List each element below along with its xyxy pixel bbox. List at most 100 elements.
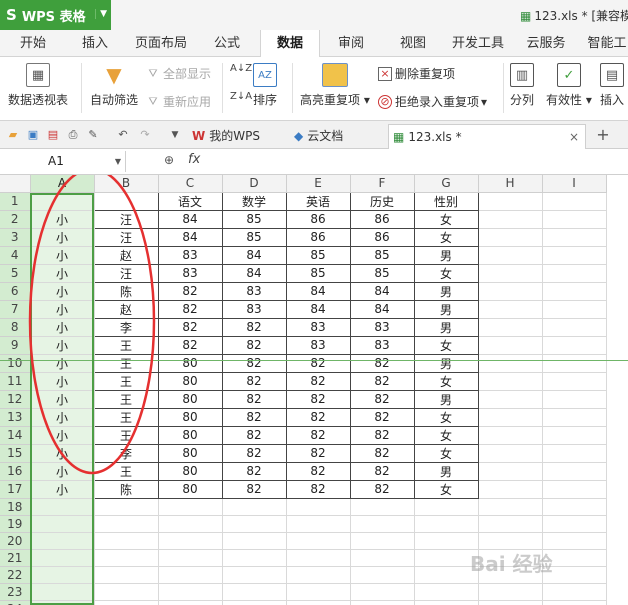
row-header[interactable]: 18	[0, 498, 31, 516]
cell[interactable]: 85	[286, 264, 351, 283]
cell[interactable]: 82	[158, 300, 223, 319]
cell[interactable]: 85	[286, 246, 351, 265]
cell[interactable]	[542, 354, 607, 373]
cell[interactable]: 女	[414, 210, 479, 229]
cell[interactable]	[30, 600, 95, 605]
cell[interactable]	[286, 549, 351, 567]
cell[interactable]: 82	[350, 480, 415, 499]
cell[interactable]: 小	[30, 282, 95, 301]
cell[interactable]	[158, 498, 223, 516]
cell[interactable]	[94, 549, 159, 567]
cell[interactable]	[542, 408, 607, 427]
tab-document[interactable]: ▦ 123.xls * ×	[388, 124, 586, 149]
insert-dropdown-button[interactable]: ▤ 插入	[600, 63, 624, 108]
open-folder-icon[interactable]: ▰	[6, 128, 20, 142]
cell[interactable]: 80	[158, 480, 223, 499]
cell[interactable]: 82	[222, 408, 287, 427]
cell[interactable]	[542, 282, 607, 301]
cell[interactable]	[542, 600, 607, 605]
cell[interactable]: 小	[30, 228, 95, 247]
cell[interactable]: 84	[350, 282, 415, 301]
cell[interactable]: 82	[350, 444, 415, 463]
cell[interactable]: 女	[414, 426, 479, 445]
cell[interactable]	[542, 532, 607, 550]
cell[interactable]	[542, 336, 607, 355]
cell[interactable]: 女	[414, 264, 479, 283]
cell[interactable]	[286, 600, 351, 605]
cell[interactable]: 男	[414, 390, 479, 409]
row-header[interactable]: 14	[0, 426, 31, 445]
cell[interactable]	[478, 515, 543, 533]
cell[interactable]: 82	[222, 444, 287, 463]
cell[interactable]	[478, 318, 543, 337]
cell[interactable]	[414, 583, 479, 601]
cell[interactable]: 82	[286, 372, 351, 391]
save-icon[interactable]: ▣	[26, 128, 40, 142]
cell[interactable]: 小	[30, 300, 95, 319]
cell[interactable]	[542, 498, 607, 516]
row-header[interactable]: 17	[0, 480, 31, 499]
row-header[interactable]: 15	[0, 444, 31, 463]
cell[interactable]	[542, 372, 607, 391]
cell[interactable]: 80	[158, 462, 223, 481]
cell[interactable]: 84	[350, 300, 415, 319]
cell[interactable]	[414, 566, 479, 584]
cell[interactable]: 小	[30, 210, 95, 229]
cell[interactable]: 性别	[414, 191, 479, 211]
name-box[interactable]: A1 ▼	[0, 151, 126, 172]
tab-home[interactable]: 开始	[8, 30, 58, 57]
cell[interactable]	[478, 264, 543, 283]
highlight-duplicates-button[interactable]: 高亮重复项 ▾	[300, 63, 370, 108]
validity-button[interactable]: ✓ 有效性 ▾	[546, 63, 592, 108]
cell[interactable]	[478, 300, 543, 319]
cell[interactable]: 82	[350, 462, 415, 481]
cell[interactable]: 83	[350, 318, 415, 337]
cell[interactable]: 男	[414, 246, 479, 265]
cell[interactable]: 女	[414, 372, 479, 391]
row-header[interactable]: 6	[0, 282, 31, 301]
cell[interactable]: 小	[30, 354, 95, 373]
cell[interactable]	[158, 532, 223, 550]
cell[interactable]	[414, 600, 479, 605]
cell[interactable]	[414, 498, 479, 516]
cell[interactable]: 84	[158, 210, 223, 229]
cell[interactable]	[158, 515, 223, 533]
cell[interactable]: 82	[222, 318, 287, 337]
cell[interactable]	[478, 336, 543, 355]
cell[interactable]: 陈	[93, 480, 159, 499]
sort-button[interactable]: AZ 排序	[253, 63, 277, 108]
cell[interactable]: 男	[414, 354, 479, 373]
column-header-d[interactable]: D	[222, 175, 287, 193]
cell[interactable]: 83	[222, 282, 287, 301]
column-header-a[interactable]: A	[30, 175, 95, 193]
cell[interactable]: 82	[222, 390, 287, 409]
column-header-i[interactable]: I	[542, 175, 607, 193]
cell[interactable]: 80	[158, 426, 223, 445]
cell[interactable]: 83	[286, 336, 351, 355]
cell[interactable]: 汪	[93, 210, 159, 229]
cell[interactable]	[350, 549, 415, 567]
cell[interactable]: 赵	[93, 246, 159, 265]
cell[interactable]: 80	[158, 390, 223, 409]
cell[interactable]: 82	[350, 390, 415, 409]
tab-formula[interactable]: 公式	[202, 30, 252, 57]
cell[interactable]: 女	[414, 480, 479, 499]
cell[interactable]	[222, 515, 287, 533]
cell[interactable]	[478, 480, 543, 499]
cell[interactable]: 82	[286, 426, 351, 445]
cell[interactable]: 李	[93, 444, 159, 463]
cell[interactable]	[478, 444, 543, 463]
row-header[interactable]: 8	[0, 318, 31, 337]
cell[interactable]: 王	[93, 408, 159, 427]
cell[interactable]: 84	[222, 246, 287, 265]
chevron-down-icon[interactable]: ▼	[168, 128, 182, 142]
cell[interactable]: 82	[350, 426, 415, 445]
cell[interactable]	[478, 600, 543, 605]
show-all-button[interactable]: ⛛ 全部显示	[146, 65, 211, 82]
cell[interactable]: 85	[350, 264, 415, 283]
tab-view[interactable]: 视图	[388, 30, 438, 57]
cell[interactable]: 82	[286, 480, 351, 499]
cell[interactable]	[542, 228, 607, 247]
cell[interactable]	[542, 192, 607, 211]
cell[interactable]: 82	[286, 444, 351, 463]
